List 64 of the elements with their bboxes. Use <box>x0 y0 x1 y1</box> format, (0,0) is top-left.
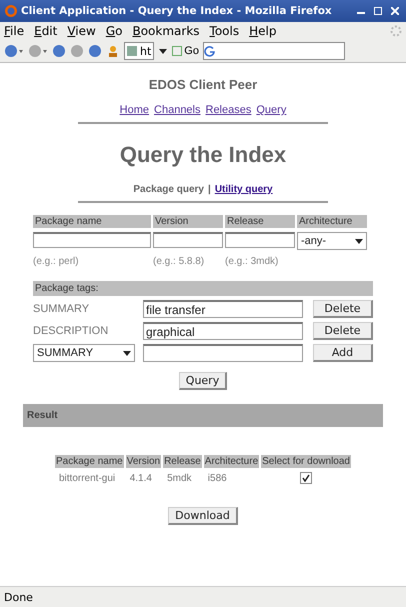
status-bar: Done <box>0 586 406 607</box>
dropdown-icon <box>355 237 363 245</box>
column-header: Release <box>225 215 295 228</box>
menu-item[interactable]: Edit <box>34 24 58 38</box>
delete-button[interactable]: Delete <box>313 322 373 340</box>
go-button[interactable]: Go <box>172 45 199 57</box>
table-cell-text: i586 <box>206 472 228 485</box>
query-button[interactable]: Query <box>178 372 228 390</box>
tags-header: Package tags: <box>33 281 373 296</box>
download-checkbox[interactable] <box>300 472 312 484</box>
column-header: Architecture <box>204 455 260 468</box>
delete-button[interactable]: Delete <box>313 300 373 318</box>
tag-type-select[interactable]: SUMMARY <box>33 344 135 362</box>
page-icon <box>127 46 137 56</box>
menu-item[interactable]: Bookmarks <box>132 24 200 38</box>
query-tab[interactable]: Package query <box>133 184 204 195</box>
version-field[interactable] <box>153 232 223 248</box>
throbber-icon <box>390 25 402 37</box>
package-name-field[interactable] <box>33 232 151 248</box>
table-cell-text: 4.1.4 <box>128 472 153 485</box>
menu-item[interactable]: View <box>67 24 96 38</box>
table-cell-text: bittorrent-gui <box>58 472 116 485</box>
dropdown-icon <box>123 349 131 357</box>
search-engine-icon <box>204 45 216 57</box>
tag-value-field[interactable]: graphical <box>143 322 303 340</box>
hint-text: (e.g.: 5.8.8) <box>153 256 206 267</box>
menu-item[interactable]: Go <box>106 24 122 38</box>
tag-name: SUMMARY <box>33 303 90 315</box>
tab-separator: | <box>208 184 211 195</box>
column-header: Architecture <box>297 215 367 228</box>
download-button[interactable]: Download <box>168 507 238 525</box>
window-title: Client Application - Query the Index - Mozilla Firefox <box>21 5 333 17</box>
query-tab[interactable]: Utility query <box>214 184 273 195</box>
maximize-icon[interactable] <box>371 4 385 18</box>
address-field[interactable]: ht <box>124 42 154 60</box>
nav-link[interactable]: Channels <box>154 104 200 116</box>
menu-item[interactable]: File <box>4 24 24 38</box>
dropdown-icon[interactable] <box>158 46 168 56</box>
column-header: Release <box>163 455 202 468</box>
tag-name: DESCRIPTION <box>33 325 110 337</box>
column-header: Version <box>153 215 223 228</box>
site-title: EDOS Client Peer <box>148 77 258 92</box>
add-button[interactable]: Add <box>313 344 373 362</box>
page-heading: Query the Index <box>120 142 286 168</box>
hint-text: (e.g.: perl) <box>33 256 80 267</box>
column-header: Package name <box>33 215 151 228</box>
bookmark-people-icon[interactable] <box>106 44 120 58</box>
table-cell-text: 5mdk <box>166 472 193 485</box>
nav-link[interactable]: Query <box>256 104 286 116</box>
new-tag-field[interactable] <box>143 344 303 362</box>
search-field[interactable] <box>202 42 345 60</box>
nav-link[interactable]: Releases <box>206 104 252 116</box>
menu-item[interactable]: Tools <box>210 24 240 38</box>
architecture-select[interactable]: -any- <box>297 232 367 250</box>
release-field[interactable] <box>225 232 295 248</box>
close-icon[interactable] <box>388 4 402 18</box>
menu-item[interactable]: Help <box>249 24 276 38</box>
nav-link[interactable]: Home <box>120 104 150 116</box>
result-header: Result <box>23 404 383 427</box>
column-header: Select for download <box>261 455 351 468</box>
column-header: Package name <box>55 455 124 468</box>
column-header: Version <box>126 455 162 468</box>
hint-text: (e.g.: 3mdk) <box>225 256 280 267</box>
tag-value-field[interactable]: file transfer <box>143 300 303 318</box>
